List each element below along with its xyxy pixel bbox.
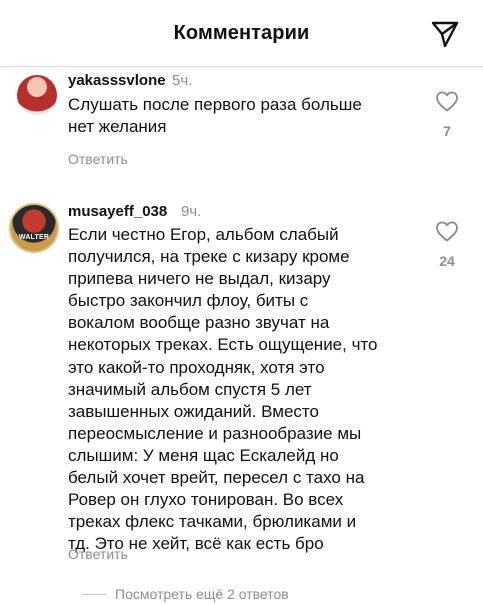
view-replies-button[interactable]: Посмотреть ещё 2 ответов bbox=[82, 584, 289, 604]
comment-username[interactable]: musayeff_038 bbox=[68, 203, 167, 220]
reply-button[interactable]: Ответить bbox=[68, 546, 128, 562]
like-count: 7 bbox=[443, 123, 451, 139]
avatar-label: WALTER bbox=[18, 234, 50, 241]
comment-text: Слушать после первого раза больше нет же… bbox=[68, 95, 362, 137]
avatar[interactable] bbox=[17, 75, 57, 115]
comment-text: Если честно Егор, альбом слабый получилс… bbox=[68, 225, 378, 554]
reply-button[interactable]: Ответить bbox=[68, 151, 128, 167]
comment-time: 9ч. bbox=[181, 203, 202, 220]
like-count: 24 bbox=[439, 253, 455, 269]
heart-icon[interactable] bbox=[435, 220, 459, 242]
header-divider bbox=[0, 66, 483, 67]
comment-username[interactable]: yakasssvlone bbox=[68, 72, 166, 89]
send-icon[interactable] bbox=[429, 18, 461, 50]
avatar[interactable]: WALTER bbox=[9, 203, 59, 253]
view-replies-line bbox=[82, 593, 106, 595]
header: Комментарии bbox=[0, 0, 483, 66]
page-title: Комментарии bbox=[173, 22, 310, 44]
view-replies-label: Посмотреть ещё 2 ответов bbox=[115, 586, 289, 602]
heart-icon[interactable] bbox=[435, 90, 459, 112]
comment-time: 5ч. bbox=[172, 72, 193, 89]
